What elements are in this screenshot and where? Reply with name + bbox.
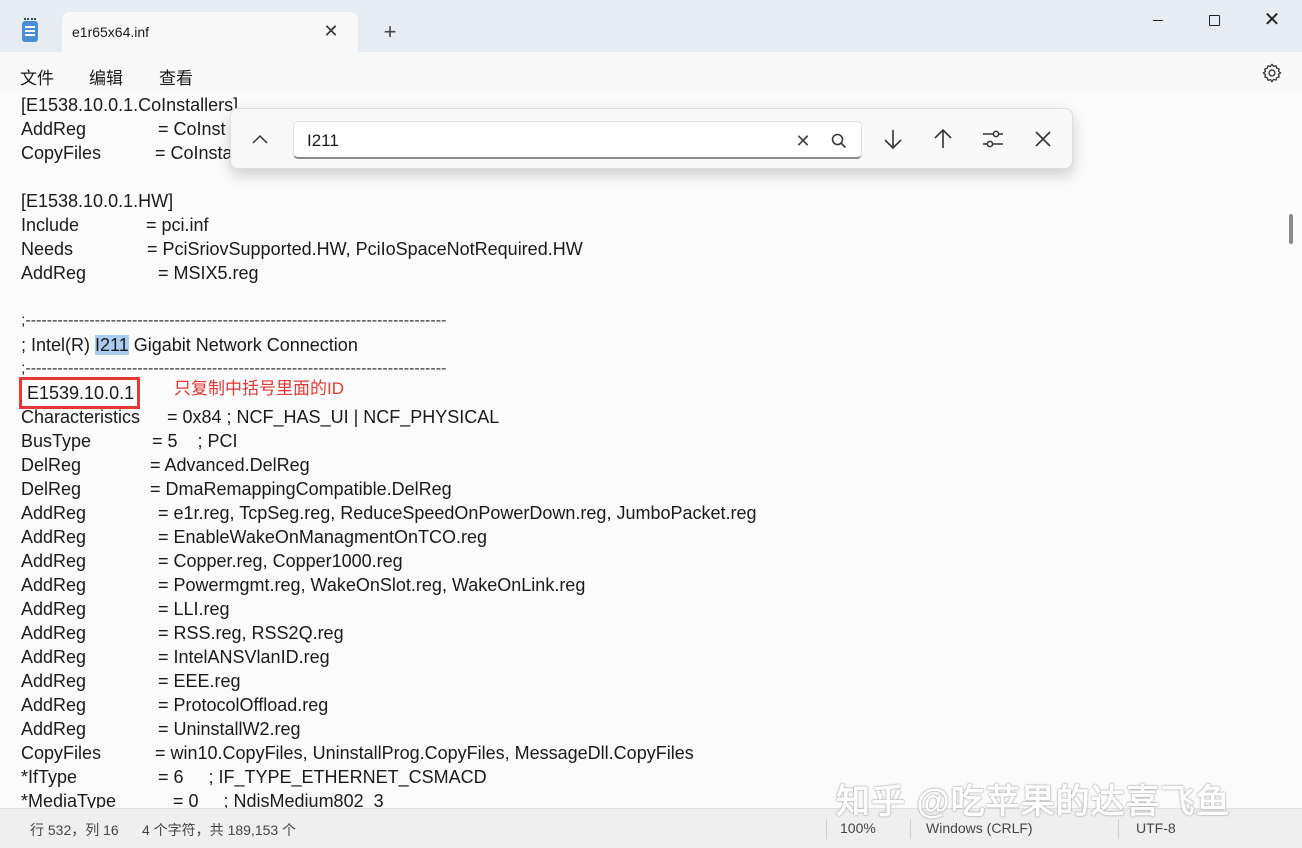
- maximize-button[interactable]: [1186, 0, 1242, 40]
- menu-file[interactable]: 文件: [20, 64, 54, 89]
- clear-icon[interactable]: ✕: [792, 130, 814, 152]
- text-editor[interactable]: [E1538.10.0.1.CoInstallers] AddReg = CoIn…: [0, 94, 1302, 808]
- search-match-highlight: I211: [95, 335, 129, 355]
- search-icon[interactable]: [828, 130, 850, 152]
- find-dialog: I211 ✕: [230, 108, 1073, 169]
- new-tab-button[interactable]: +: [378, 20, 402, 44]
- cursor-position: 行 532，列 16: [30, 822, 119, 838]
- find-input-value: I211: [307, 131, 339, 150]
- close-window-button[interactable]: ✕: [1244, 0, 1300, 40]
- vertical-scrollbar[interactable]: [1289, 214, 1293, 244]
- annotation-text: 只复制中括号里面的ID: [174, 379, 344, 398]
- find-next-button[interactable]: [877, 123, 909, 155]
- minimize-icon: [1153, 19, 1163, 21]
- arrow-down-icon: [884, 130, 902, 150]
- title-bar: e1r65x64.inf ✕ + ✕: [0, 0, 1302, 52]
- watermark-text: 知乎 @吃苹果的达喜飞鱼: [836, 783, 1231, 821]
- annotation-red-box: [19, 377, 140, 409]
- find-options-button[interactable]: [977, 123, 1009, 155]
- arrow-up-icon: [934, 128, 952, 148]
- character-count: 4 个字符，共 189,153 个: [142, 822, 297, 838]
- chevron-up-icon: [252, 134, 268, 144]
- status-divider: [826, 819, 827, 839]
- editor-line: ; Intel(R) I211 Gigabit Network Connecti…: [21, 335, 358, 355]
- tab-close-icon[interactable]: ✕: [320, 20, 342, 42]
- settings-gear-icon[interactable]: [1261, 62, 1283, 84]
- minimize-button[interactable]: [1130, 0, 1186, 40]
- tab-title: e1r65x64.inf: [72, 24, 150, 40]
- menu-bar: 文件 编辑 查看: [0, 52, 1302, 94]
- notepad-app-icon: [22, 18, 38, 42]
- find-previous-button[interactable]: [927, 123, 959, 155]
- tab-e1r65x64[interactable]: e1r65x64.inf ✕: [62, 12, 358, 52]
- menu-view[interactable]: 查看: [159, 64, 193, 89]
- toggle-replace-button[interactable]: [247, 126, 273, 152]
- maximize-icon: [1208, 14, 1220, 26]
- close-icon: [1035, 131, 1051, 147]
- find-input[interactable]: I211 ✕: [293, 121, 862, 159]
- find-close-button[interactable]: [1027, 123, 1059, 155]
- menu-edit[interactable]: 编辑: [89, 64, 123, 89]
- close-icon: ✕: [1263, 9, 1281, 31]
- sliders-icon: [983, 130, 1003, 148]
